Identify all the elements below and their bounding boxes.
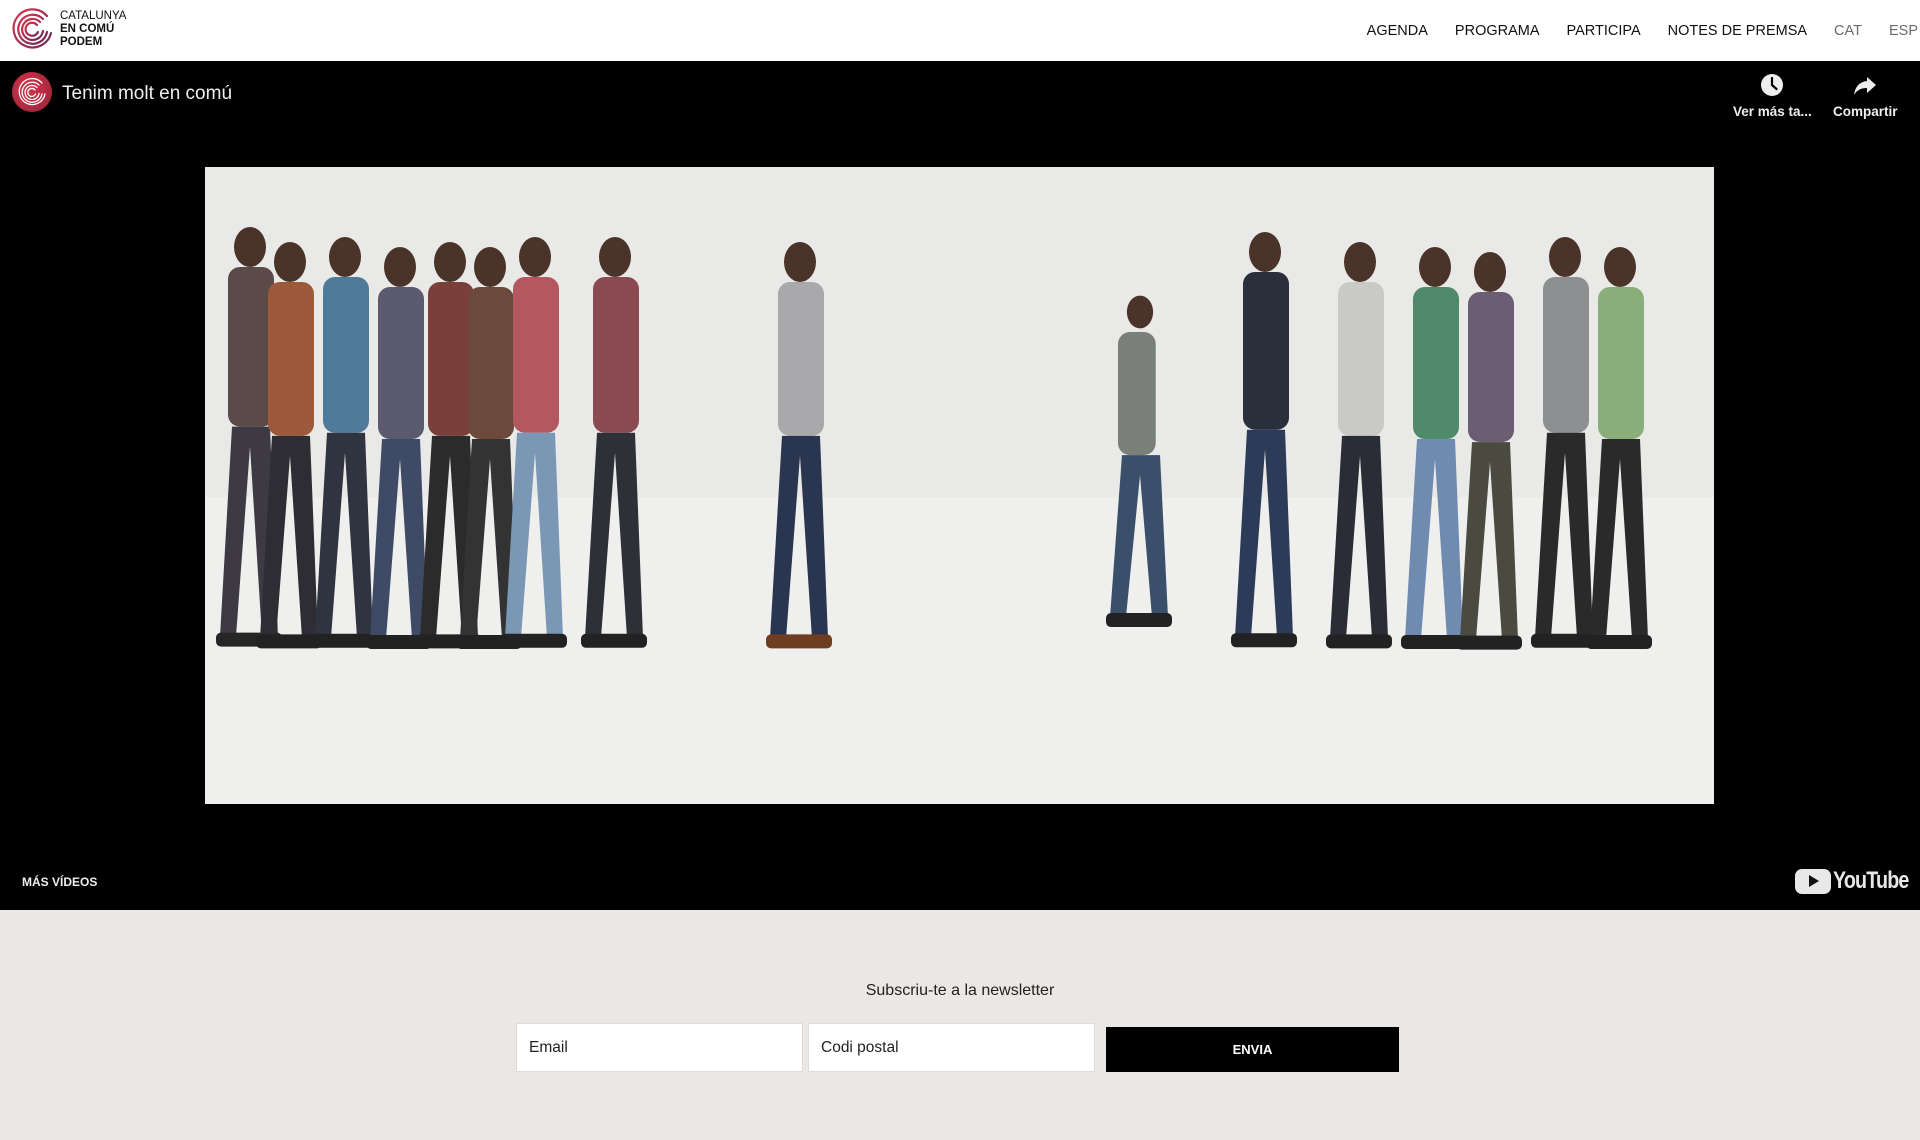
nav-item-participa[interactable]: PARTICIPA xyxy=(1567,23,1641,39)
watch-later-label: Ver más ta... xyxy=(1733,104,1812,119)
watch-later-button[interactable]: Ver más ta... xyxy=(1733,72,1812,119)
nav-item-programa[interactable]: PROGRAMA xyxy=(1455,23,1540,39)
site-logo[interactable]: CATALUNYA EN COMÚ PODEM xyxy=(12,8,126,50)
video-scene xyxy=(205,167,1714,804)
lang-cat[interactable]: CAT xyxy=(1834,23,1862,39)
site-header: CATALUNYA EN COMÚ PODEM AGENDA PROGRAMA … xyxy=(0,0,1920,61)
youtube-wordmark: YouTube xyxy=(1833,867,1909,894)
channel-logo-icon xyxy=(18,77,46,106)
nav-item-agenda[interactable]: AGENDA xyxy=(1367,23,1428,39)
youtube-embed[interactable]: Tenim molt en comú Ver más ta... Compart… xyxy=(0,61,1920,910)
email-input[interactable] xyxy=(516,1023,803,1072)
channel-avatar[interactable] xyxy=(12,72,52,112)
youtube-logo[interactable]: YouTube xyxy=(1795,867,1920,895)
submit-button[interactable]: ENVIA xyxy=(1106,1027,1399,1072)
share-label: Compartir xyxy=(1833,104,1898,119)
video-title[interactable]: Tenim molt en comú xyxy=(62,83,232,105)
clock-icon xyxy=(1761,74,1784,96)
more-videos-link[interactable]: MÁS VÍDEOS xyxy=(22,875,97,889)
postal-code-input[interactable] xyxy=(808,1023,1095,1072)
lang-esp[interactable]: ESP xyxy=(1889,23,1918,39)
logo-line-2: EN COMÚ xyxy=(60,22,115,35)
video-top-bar: Tenim molt en comú Ver más ta... Compart… xyxy=(0,61,1920,141)
main-nav: AGENDA PROGRAMA PARTICIPA NOTES DE PREMS… xyxy=(1367,0,1920,61)
logo-text: CATALUNYA EN COMÚ PODEM xyxy=(60,10,126,49)
youtube-play-icon xyxy=(1795,868,1831,894)
newsletter-section: Subscriu-te a la newsletter ENVIA xyxy=(0,910,1920,1140)
share-button[interactable]: Compartir xyxy=(1833,72,1898,119)
share-arrow-icon xyxy=(1854,77,1877,95)
logo-line-3: PODEM xyxy=(60,35,103,48)
video-thumbnail[interactable] xyxy=(205,167,1714,804)
logo-line-1: CATALUNYA xyxy=(60,9,127,22)
logo-icon xyxy=(12,8,53,49)
nav-item-notes-de-premsa[interactable]: NOTES DE PREMSA xyxy=(1668,23,1807,39)
newsletter-title: Subscriu-te a la newsletter xyxy=(865,982,1055,999)
